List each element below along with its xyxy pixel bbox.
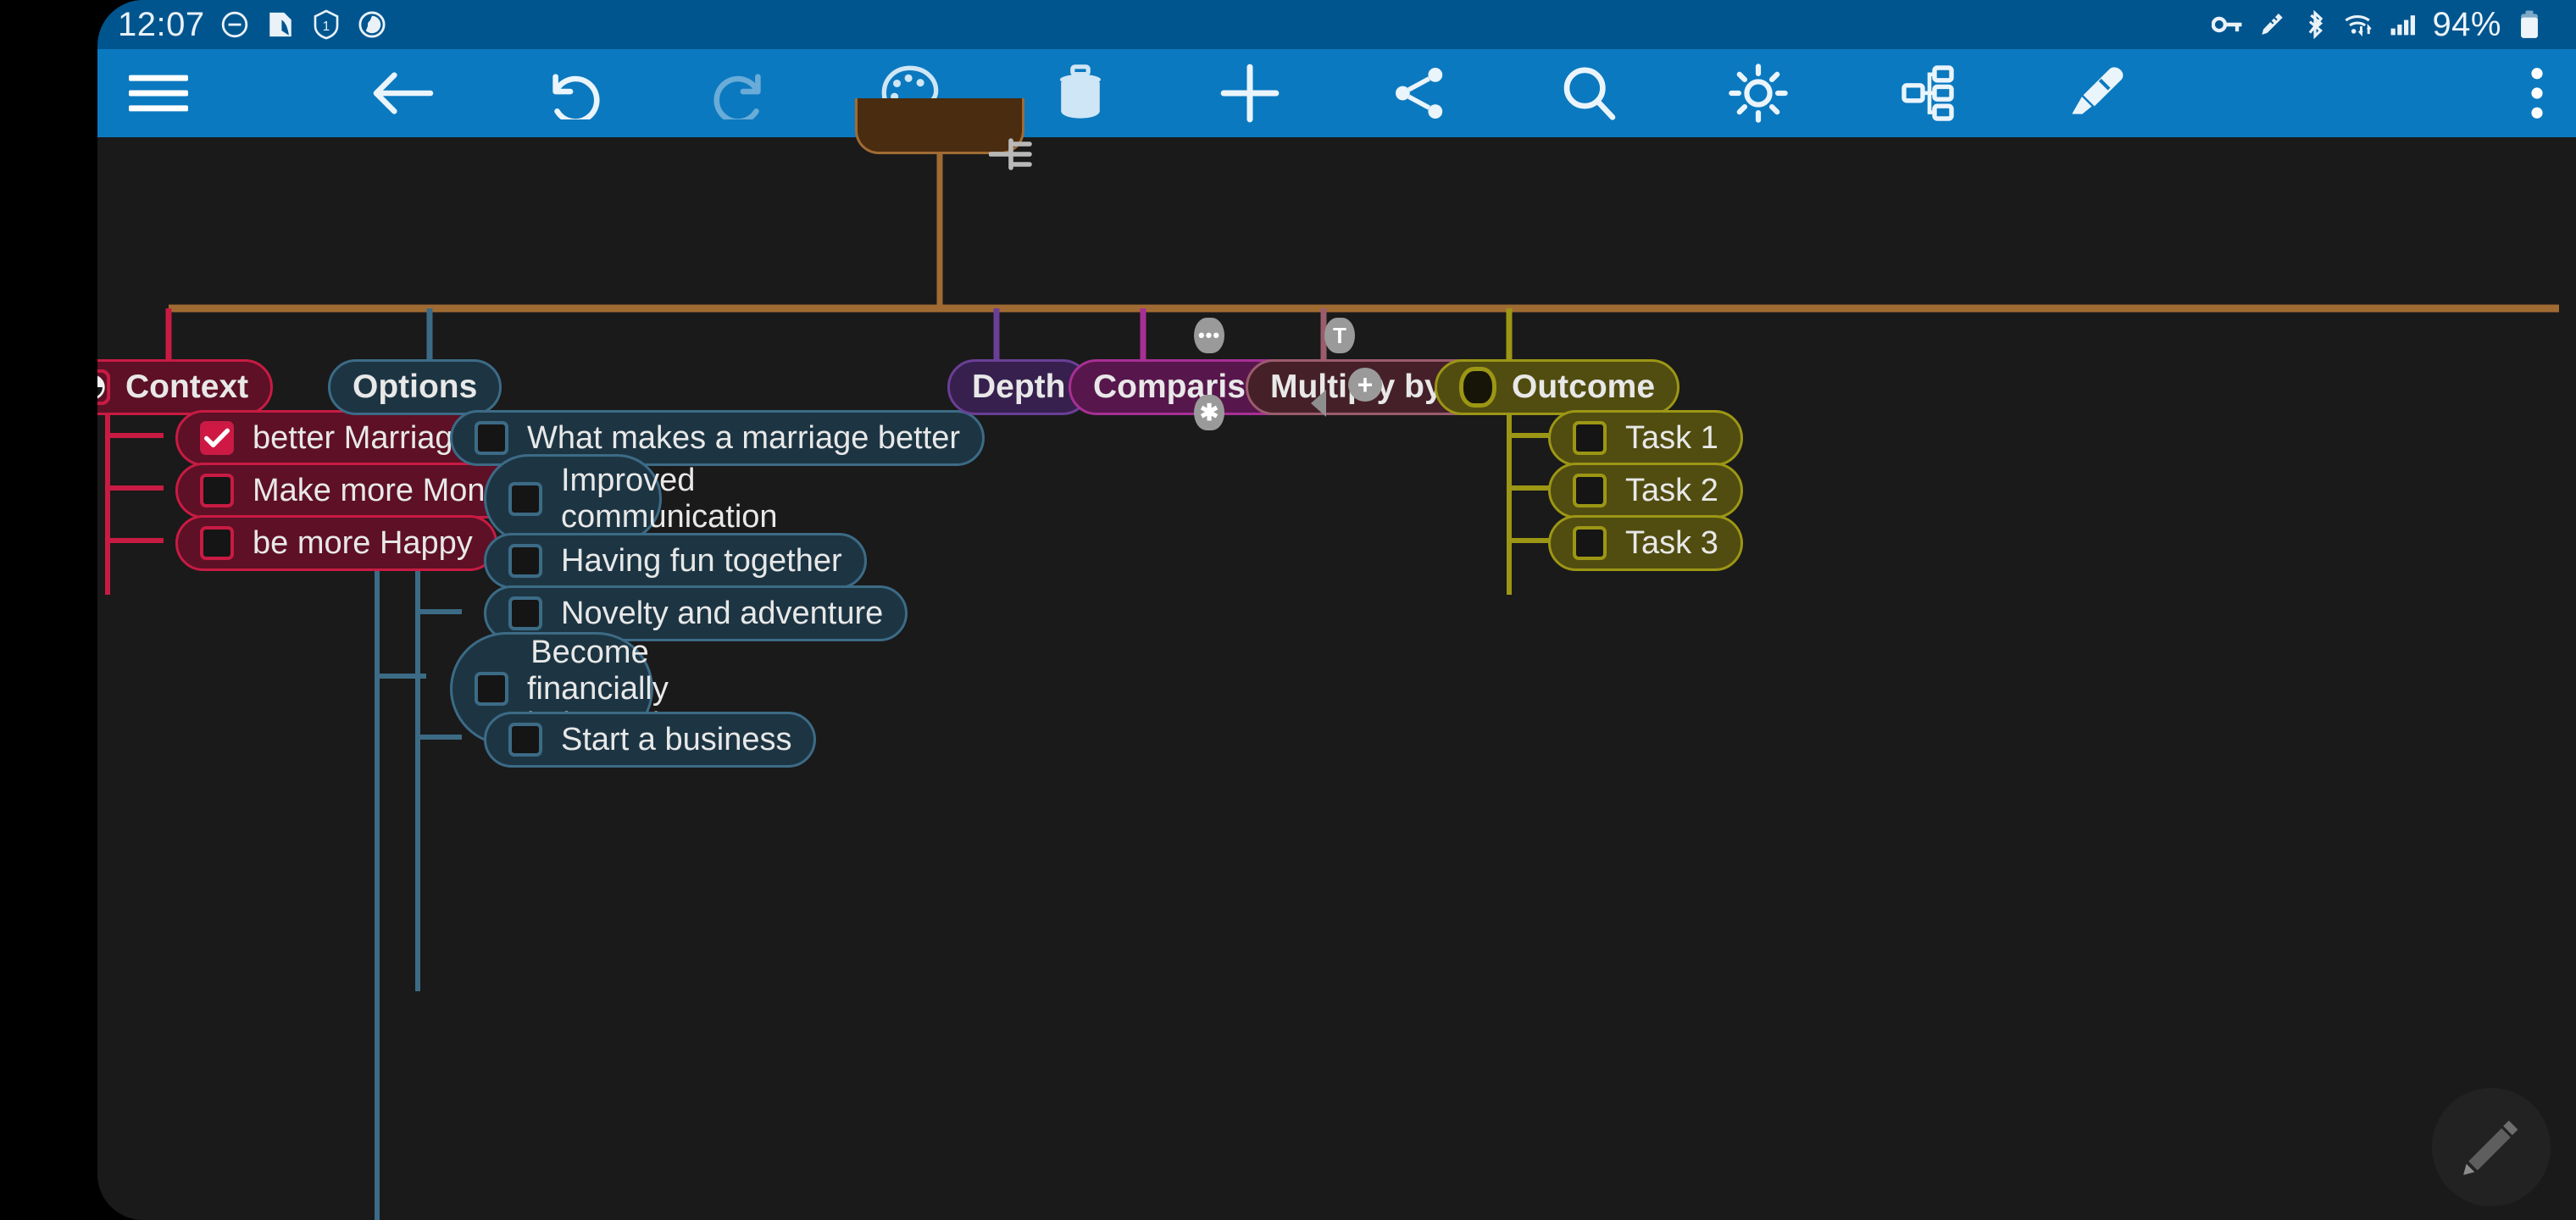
app-window: 12:07 1 94% Context better Marriage Make… <box>97 0 2576 1220</box>
checkbox-checked[interactable] <box>200 421 234 455</box>
checkbox-unchecked[interactable] <box>508 481 542 516</box>
overflow-menu-button[interactable] <box>2510 49 2564 137</box>
status-bar-right: 94% <box>2212 6 2545 44</box>
mindmap-node-options[interactable]: Options <box>328 359 502 415</box>
ellipsis-badge[interactable]: ••• <box>1194 318 1224 353</box>
checkbox-unchecked[interactable] <box>200 526 234 560</box>
trash-icon[interactable] <box>1040 49 1121 137</box>
brightness-icon[interactable] <box>1718 49 1799 137</box>
checkbox-unchecked[interactable] <box>1573 474 1607 507</box>
status-bar: 12:07 1 94% <box>97 0 2576 49</box>
checkbox-unchecked[interactable] <box>475 671 508 706</box>
add-node-badge[interactable]: + <box>1348 368 1382 402</box>
checkbox-unchecked[interactable] <box>508 723 542 757</box>
bluetooth-icon <box>2300 8 2332 41</box>
mindmap-node-outcome[interactable]: Outcome <box>1435 359 1680 415</box>
undo-icon[interactable] <box>531 49 613 137</box>
plus-icon[interactable] <box>1209 49 1291 137</box>
mindmap-node-context[interactable]: Context <box>97 359 274 415</box>
do-not-disturb-icon <box>219 8 251 41</box>
edit-pencil-fab[interactable] <box>2432 1088 2551 1206</box>
vpn-key-icon <box>2212 8 2244 41</box>
search-icon[interactable] <box>1548 49 1629 137</box>
stylus-pen-icon <box>2256 8 2288 41</box>
checkbox-unchecked[interactable] <box>1573 421 1607 455</box>
battery-icon <box>2513 8 2545 41</box>
mindmap-node-task-3[interactable]: Task 3 <box>1548 515 1743 571</box>
branch-collapse-icon[interactable] <box>988 137 1036 175</box>
checkbox-unchecked[interactable] <box>508 596 542 630</box>
screen: 12:07 1 94% Context better Marriage Make… <box>0 0 2576 1220</box>
mindmap-node-be-more-happy[interactable]: be more Happy <box>175 515 497 571</box>
battery-percent: 94% <box>2432 5 2501 43</box>
mindmap-canvas[interactable]: Context better Marriage Make more Money … <box>97 98 2576 1220</box>
mindmap-node-better-marriage[interactable]: better Marriage <box>175 410 496 466</box>
checkbox-unchecked[interactable] <box>475 421 508 455</box>
shield-badge-1-icon: 1 <box>310 8 342 41</box>
status-bar-left: 12:07 1 <box>118 6 388 44</box>
mindmap-node-start-a-business[interactable]: Start a business <box>484 712 817 768</box>
status-clock: 12:07 <box>118 5 205 43</box>
oval-marker-icon <box>1459 367 1496 408</box>
mindmap-node-task-2[interactable]: Task 2 <box>1548 463 1743 518</box>
wifi-updown-icon <box>2344 8 2376 41</box>
highlighter-icon[interactable] <box>2057 49 2138 137</box>
collapse-left-badge[interactable] <box>1311 390 1326 417</box>
tree-layout-icon[interactable] <box>1887 49 1968 137</box>
note-app-icon <box>264 8 297 41</box>
text-badge[interactable]: T <box>1324 318 1355 353</box>
redo-icon[interactable] <box>701 49 782 137</box>
signal-bars-icon <box>2388 8 2420 41</box>
mindmap-node-task-1[interactable]: Task 1 <box>1548 410 1743 466</box>
checkbox-unchecked[interactable] <box>200 474 234 507</box>
share-icon[interactable] <box>1379 49 1460 137</box>
toolbar-actions <box>362 49 2138 137</box>
app-toolbar <box>97 49 2576 137</box>
data-saver-icon <box>356 8 388 41</box>
mindmap-node-having-fun-together[interactable]: Having fun together <box>484 533 867 589</box>
asterisk-badge[interactable]: ✱ <box>1194 395 1224 430</box>
checkbox-unchecked[interactable] <box>508 544 542 578</box>
pie-progress-icon <box>97 369 111 406</box>
svg-text:1: 1 <box>322 19 329 34</box>
menu-hamburger-button[interactable] <box>118 49 199 137</box>
back-arrow-icon[interactable] <box>362 49 443 137</box>
checkbox-unchecked[interactable] <box>1573 526 1607 560</box>
mindmap-node-improved-communication[interactable]: Improved communication <box>484 454 778 543</box>
